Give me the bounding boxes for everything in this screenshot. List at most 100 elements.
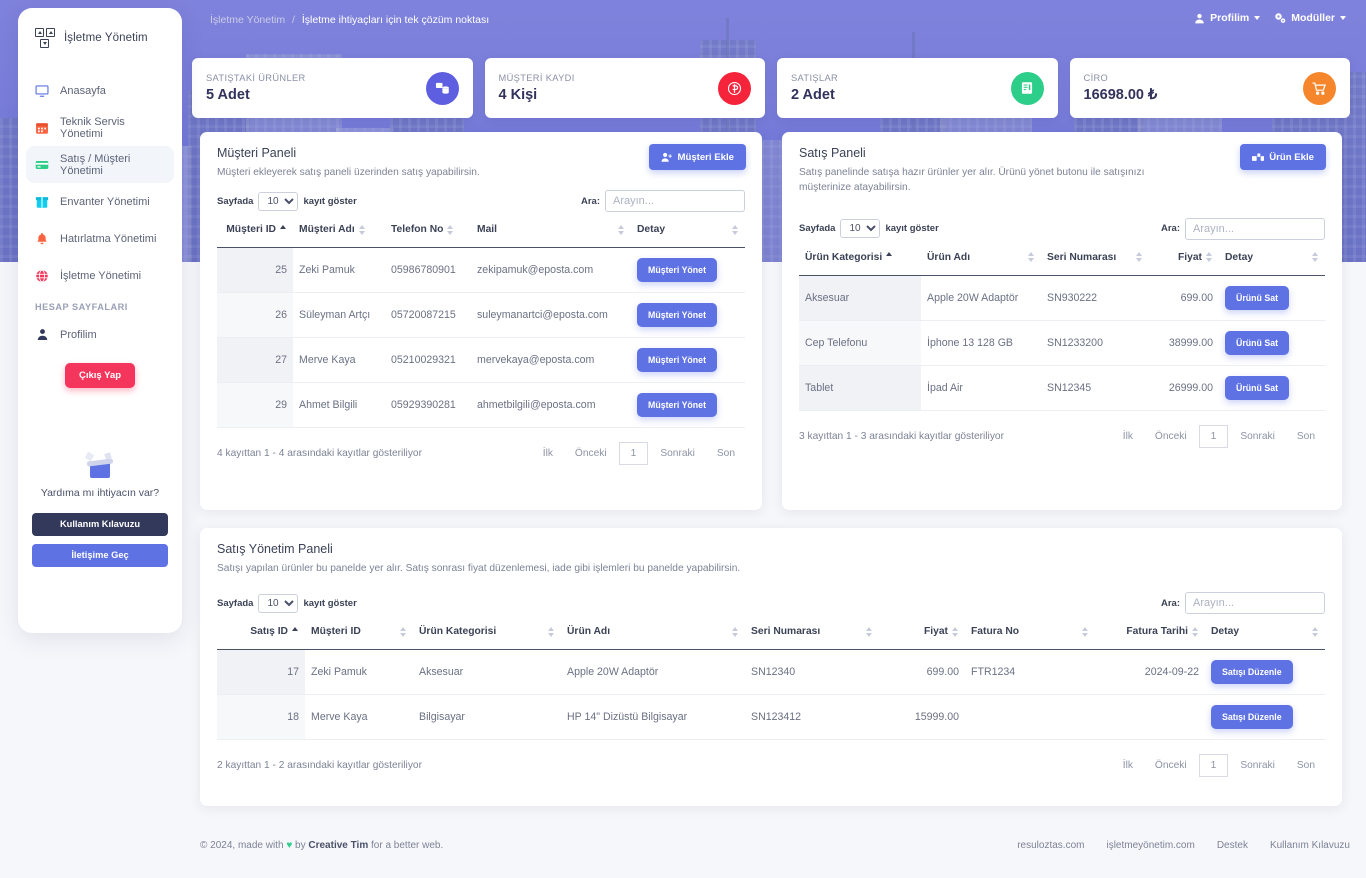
pager-first[interactable]: İlk — [1113, 755, 1143, 776]
pager-prev[interactable]: Önceki — [565, 443, 617, 464]
column-seri-numarasi[interactable]: Seri Numarası — [745, 614, 879, 651]
sell-product-button[interactable]: Ürünü Sat — [1225, 375, 1290, 400]
footer-link-1[interactable]: işletmeyönetim.com — [1106, 840, 1194, 851]
credit-card-icon — [35, 158, 49, 172]
cell-invoice-no — [965, 694, 1095, 741]
topnav-modules[interactable]: Modüller — [1274, 12, 1346, 24]
receipt-icon — [1010, 71, 1044, 105]
breadcrumb-root[interactable]: İşletme Yönetim — [210, 14, 285, 26]
manage-customer-button[interactable]: Müşteri Yönet — [637, 393, 718, 418]
column-detay[interactable]: Detay — [1219, 239, 1325, 276]
add-customer-button[interactable]: Müşteri Ekle — [649, 144, 746, 170]
column-urun-kategorisi[interactable]: Ürün Kategorisi — [799, 239, 921, 276]
table-row: Aksesuar Apple 20W Adaptör SN930222 699.… — [799, 275, 1325, 321]
cell-invoice-no: FTR1234 — [965, 649, 1095, 696]
stat-value: 4 Kişi — [498, 87, 538, 103]
stat-card-sales: SATIŞLAR 2 Adet — [777, 58, 1058, 118]
sell-product-button[interactable]: Ürünü Sat — [1225, 285, 1290, 310]
column-detay[interactable]: Detay — [631, 212, 745, 249]
column-urun-adi[interactable]: Ürün Adı — [921, 239, 1041, 276]
column-mail[interactable]: Mail — [471, 212, 631, 249]
pager-prev[interactable]: Önceki — [1145, 426, 1197, 447]
sales-length-select[interactable]: 10 — [258, 593, 299, 613]
products-search-input[interactable] — [1185, 217, 1325, 240]
cell-product: İpad Air — [921, 365, 1041, 411]
app-root: İşletme Yönetim / İşletme ihtiyaçları iç… — [0, 0, 1366, 878]
column-urun-adi[interactable]: Ürün Adı — [561, 614, 745, 651]
bell-icon — [35, 232, 49, 246]
column-seri-numarasi[interactable]: Seri Numarası — [1041, 239, 1149, 276]
column-musteri-id[interactable]: Müşteri ID — [305, 614, 413, 651]
sales-search-input[interactable] — [1185, 592, 1325, 615]
column-telefon-no[interactable]: Telefon No — [385, 212, 471, 249]
manage-customer-button[interactable]: Müşteri Yönet — [637, 258, 718, 283]
cell-mail: suleymanartci@eposta.com — [471, 292, 631, 339]
sidebar-item-satis-musteri-yonetimi[interactable]: Satış / Müşteri Yönetimi — [26, 146, 174, 183]
manage-customer-button[interactable]: Müşteri Yönet — [637, 348, 718, 373]
logout-button[interactable]: Çıkış Yap — [65, 363, 135, 388]
cell-category: Bilgisayar — [413, 694, 561, 741]
pager-first[interactable]: İlk — [533, 443, 563, 464]
sell-product-button[interactable]: Ürünü Sat — [1225, 330, 1290, 355]
cell-serial: SN12345 — [1041, 365, 1149, 411]
add-product-button[interactable]: Ürün Ekle — [1240, 144, 1326, 170]
column-urun-kategorisi[interactable]: Ürün Kategorisi — [413, 614, 561, 651]
cell-action: Satışı Düzenle — [1205, 649, 1325, 696]
sidebar-item-envanter-yonetimi[interactable]: Envanter Yönetimi — [26, 183, 174, 220]
cell-price: 38999.00 — [1149, 320, 1219, 366]
column-fatura-tarihi[interactable]: Fatura Tarihi — [1095, 614, 1205, 651]
edit-sale-button[interactable]: Satışı Düzenle — [1211, 660, 1293, 685]
stat-cards: SATIŞTAKİ ÜRÜNLER 5 Adet MÜŞTERİ KAYDI 4… — [192, 58, 1350, 118]
footer-link-2[interactable]: Destek — [1217, 840, 1248, 851]
cell-customer: Zeki Pamuk — [305, 649, 413, 696]
brand[interactable]: İşletme Yönetim — [18, 8, 182, 48]
pager-page-1[interactable]: 1 — [1198, 424, 1229, 448]
products-length-select[interactable]: 10 — [840, 219, 881, 239]
pager-page-1[interactable]: 1 — [618, 442, 649, 466]
customers-length-select[interactable]: 10 — [258, 191, 299, 211]
pager-first[interactable]: İlk — [1113, 426, 1143, 447]
pager-next[interactable]: Sonraki — [1230, 755, 1285, 776]
footer-link-0[interactable]: resuloztas.com — [1017, 840, 1084, 851]
sidebar-item-hatirlatma-yonetimi[interactable]: Hatırlatma Yönetimi — [26, 220, 174, 257]
topnav-profile[interactable]: Profilim — [1194, 12, 1261, 24]
footer-brand-link[interactable]: Creative Tim — [308, 840, 368, 851]
cell-serial: SN123412 — [745, 694, 879, 741]
sidebar-item-isletme-yonetimi[interactable]: İşletme Yönetimi — [26, 257, 174, 294]
pager-prev[interactable]: Önceki — [1145, 755, 1197, 776]
table-row: 25 Zeki Pamuk 05986780901 zekipamuk@epos… — [217, 247, 745, 294]
cell-price: 26999.00 — [1149, 365, 1219, 411]
sidebar-nav: Anasayfa Teknik Servis Yönetimi Satış / … — [18, 72, 182, 388]
manage-customer-button[interactable]: Müşteri Yönet — [637, 303, 718, 328]
column-satis-id[interactable]: Satış ID — [217, 614, 305, 651]
table-header-row: Ürün Kategorisi Ürün Adı Seri Numarası F… — [799, 239, 1325, 276]
pager-last[interactable]: Son — [1287, 755, 1325, 776]
products-table: Ürün Kategorisi Ürün Adı Seri Numarası F… — [799, 239, 1325, 411]
sidebar-section-label: HESAP SAYFALARI — [35, 302, 128, 312]
length-prefix-label: Sayfada — [217, 195, 254, 207]
heart-icon: ♥ — [286, 840, 293, 851]
column-fiyat[interactable]: Fiyat — [879, 614, 965, 651]
pager-last[interactable]: Son — [1287, 426, 1325, 447]
products-table-controls: Sayfada 10 kayıt göster Ara: — [782, 196, 1342, 240]
column-detay[interactable]: Detay — [1205, 614, 1325, 651]
column-fiyat[interactable]: Fiyat — [1149, 239, 1219, 276]
manual-button[interactable]: Kullanım Kılavuzu — [32, 513, 168, 537]
sales-page-length: Sayfada 10 kayıt göster — [217, 593, 357, 613]
boxes-icon — [1252, 153, 1265, 161]
pager-last[interactable]: Son — [707, 443, 745, 464]
sidebar-item-profilim[interactable]: Profilim — [26, 316, 174, 353]
footer-link-3[interactable]: Kullanım Kılavuzu — [1270, 840, 1350, 851]
pager-page-1[interactable]: 1 — [1198, 754, 1229, 778]
sidebar-item-teknik-servis-yonetimi[interactable]: Teknik Servis Yönetimi — [26, 109, 174, 146]
column-musteri-adi[interactable]: Müşteri Adı — [293, 212, 385, 249]
column-musteri-id[interactable]: Müşteri ID — [217, 212, 293, 249]
pager-next[interactable]: Sonraki — [1230, 426, 1285, 447]
pager-next[interactable]: Sonraki — [650, 443, 705, 464]
contact-button[interactable]: İletişime Geç — [32, 544, 168, 568]
customers-search-input[interactable] — [605, 190, 745, 213]
sidebar-item-anasayfa[interactable]: Anasayfa — [26, 72, 174, 109]
column-fatura-no[interactable]: Fatura No — [965, 614, 1095, 651]
customers-records-info: 4 kayıttan 1 - 4 arasındaki kayıtlar gös… — [217, 448, 422, 460]
edit-sale-button[interactable]: Satışı Düzenle — [1211, 705, 1293, 730]
